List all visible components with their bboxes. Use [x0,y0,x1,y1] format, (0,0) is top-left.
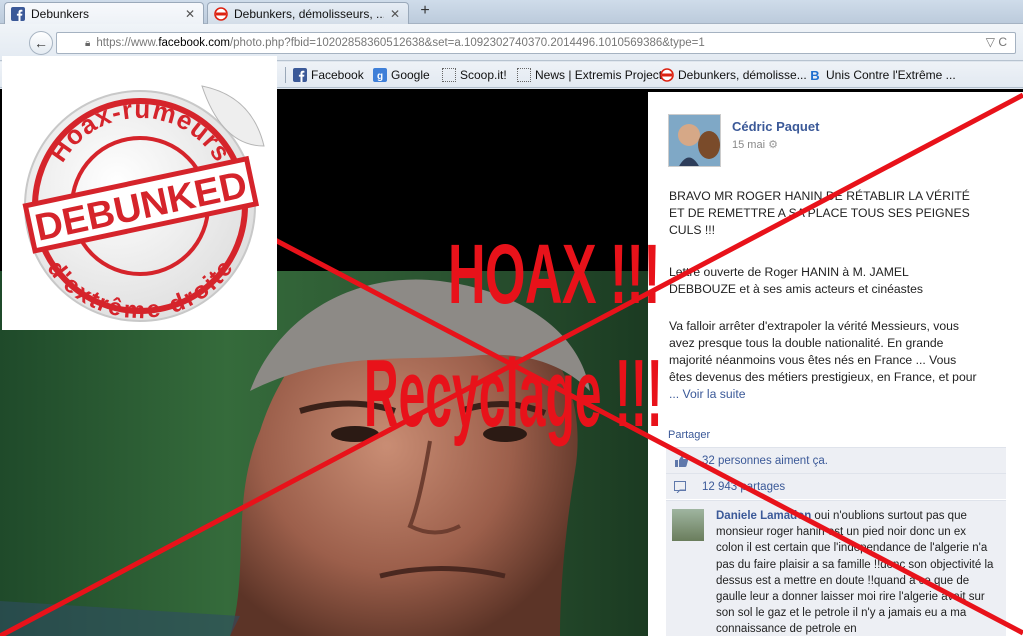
lock-icon: 🔒︎ [85,37,91,49]
bookmark-label: News | Extremis Project [535,68,663,82]
bookmark-label: Facebook [311,68,364,82]
author-name[interactable]: Cédric Paquet [732,119,819,134]
hoax-label: HOAX !!! [448,227,661,321]
shares-count[interactable]: 12 943 partages [702,481,785,493]
debunked-stamp-logo: Hoax-rumeurs d'extrême-droite DEBUNKED [22,85,265,324]
bookmark-label: Scoop.it! [460,68,507,82]
page-icon [442,68,456,82]
text-line: êtes devenus des métiers prestigieux, en… [669,370,977,384]
text-line: ET DE REMETTRE A SA PLACE TOUS SES PEIGN… [669,206,970,220]
url-path: /photo.php?fbid=10202858360512638&set=a.… [229,37,705,49]
bookmark-extremis[interactable]: News | Extremis Project [517,67,662,83]
bookmark-scoopit[interactable]: Scoop.it! [442,67,507,83]
page-icon [517,68,531,82]
comment: Daniele Lamadon oui n'oublions surtout p… [666,500,1006,636]
share-link[interactable]: Partager [668,429,710,441]
avatar[interactable] [668,114,721,167]
tab-title: Debunkers [31,6,90,21]
bookmark-label: Google [391,68,430,82]
reload-icon[interactable]: ▽ C [986,35,1007,49]
bookmark-unis-contre[interactable]: B Unis Contre l'Extrême ... [808,67,956,83]
post-panel: Cédric Paquet 15 mai ⚙︎ BRAVO MR ROGER H… [648,92,1023,636]
text-line: avez presque tous la double nationalité.… [669,336,944,350]
likes-count[interactable]: 32 personnes aiment ça. [702,455,828,467]
svg-text:g: g [377,71,383,82]
globe-icon: ⚙︎ [768,139,778,151]
bookmark-facebook[interactable]: Facebook [293,67,364,83]
facebook-icon [11,6,25,21]
address-bar[interactable]: 🔒︎ https://www. facebook.com/photo.php?fb… [56,32,1016,54]
likes-bar[interactable]: 32 personnes aiment ça. [666,447,1006,473]
tab-title: Debunkers, démolisseurs, ... [234,6,384,21]
tab-debunkers[interactable]: Debunkers ✕ [4,2,204,24]
debunkers-icon [660,68,674,82]
close-icon[interactable]: ✕ [390,7,400,21]
text-line: BRAVO MR ROGER HANIN DE RÉTABLIR LA VÉRI… [669,189,970,203]
url-host: facebook.com [158,37,230,49]
see-more-link[interactable]: ... Voir la suite [669,386,1014,403]
bookmark-label: Debunkers, démolisse... [678,68,807,82]
text-line: majorité néanmoins vous êtes nés en Fran… [669,353,957,367]
debunked-sticker: Hoax-rumeurs d'extrême-droite DEBUNKED [2,56,277,330]
recyclage-label: Recyclage !!! [364,340,663,447]
screenshot-root: Debunkers ✕ Debunkers, démolisseurs, ...… [0,0,1023,636]
thumbs-up-icon [674,454,689,467]
post-paragraph-2: Lettre ouverte de Roger HANIN à M. JAMEL… [669,264,1014,298]
close-icon[interactable]: ✕ [185,7,195,21]
text-line: CULS !!! [669,223,716,237]
commenter-avatar[interactable] [672,509,704,541]
bookmark-label: Unis Contre l'Extrême ... [826,68,956,82]
shares-bar[interactable]: 12 943 partages [666,473,1006,499]
text-line: Va falloir arrêter d'extrapoler la vérit… [669,319,959,333]
profile-photo [669,115,720,166]
facebook-icon [293,68,307,82]
text-line: DEBBOUZE et à ses amis acteurs et cinéas… [669,282,924,296]
debunkers-icon [214,6,228,21]
svg-text:B: B [810,68,819,82]
post-date-text: 15 mai [732,139,766,151]
commenter-name[interactable]: Daniele Lamadon [716,510,811,522]
post-paragraph-1: BRAVO MR ROGER HANIN DE RÉTABLIR LA VÉRI… [669,188,1014,239]
back-button[interactable]: ← [29,31,53,55]
text-line: Lettre ouverte de Roger HANIN à M. JAMEL [669,265,909,279]
tab-debunkers-demolisseurs[interactable]: Debunkers, démolisseurs, ... ✕ [207,2,409,24]
blogger-icon: B [810,68,819,82]
new-tab-button[interactable]: + [416,2,434,22]
separator [285,67,286,83]
comment-body: Daniele Lamadon oui n'oublions surtout p… [716,508,996,636]
url-prefix: https://www. [96,37,159,49]
share-icon [674,480,688,493]
google-icon: g [373,68,387,82]
bookmark-debunkers[interactable]: Debunkers, démolisse... [660,67,807,83]
bookmark-google[interactable]: g Google [373,67,430,83]
comment-text: oui n'oublions surtout pas que monsieur … [716,510,994,636]
post-paragraph-3: Va falloir arrêter d'extrapoler la vérit… [669,318,1014,403]
post-date[interactable]: 15 mai ⚙︎ [732,138,778,151]
tab-strip: Debunkers ✕ Debunkers, démolisseurs, ...… [0,0,1023,24]
